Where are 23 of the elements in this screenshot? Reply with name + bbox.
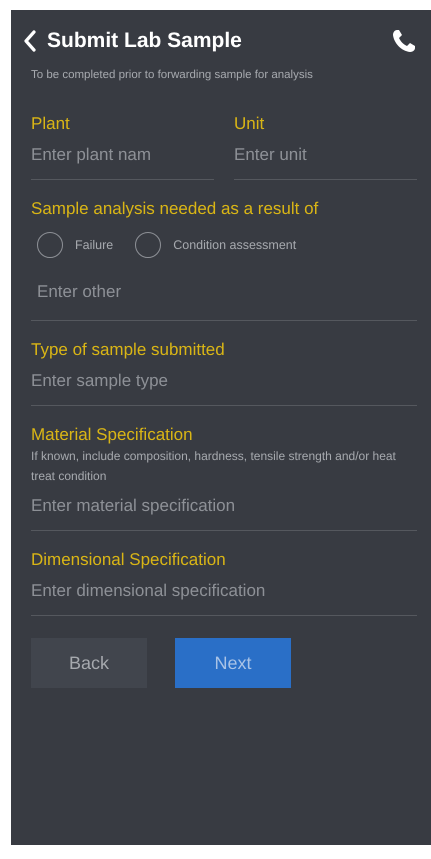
input-field[interactable]: Enter other — [31, 258, 417, 321]
radio-label: Failure — [75, 238, 114, 252]
radio-button[interactable] — [135, 232, 162, 258]
field-label: Dimensional Specification — [31, 549, 227, 571]
input-field[interactable]: Enter plant nam — [31, 135, 214, 180]
field-label: Material Specification — [31, 424, 194, 446]
input-field[interactable]: Enter material specification — [31, 486, 417, 531]
phone-icon[interactable] — [391, 28, 417, 54]
field-label: Sample analysis needed as a result of — [31, 198, 320, 220]
hint-text: If known, include composition, hardness, tensile strength and/or heat treat condition — [31, 448, 397, 485]
input-field[interactable]: Enter unit — [234, 135, 417, 180]
field-label: Unit — [234, 113, 266, 135]
screen-title: Submit Lab Sample — [47, 29, 242, 53]
back-button[interactable]: Back — [31, 638, 147, 688]
input-field[interactable]: Enter sample type — [31, 361, 417, 406]
radio-button[interactable] — [37, 232, 63, 258]
field-label: Plant — [31, 113, 71, 135]
intro-text: To be completed prior to forwarding sample for analysis — [31, 68, 314, 83]
input-field[interactable]: Enter dimensional specification — [31, 571, 417, 616]
field-label: Type of sample submitted — [31, 339, 226, 361]
back-icon[interactable] — [23, 30, 37, 52]
radio-label: Condition assessment — [173, 238, 296, 252]
next-button[interactable]: Next — [175, 638, 291, 688]
